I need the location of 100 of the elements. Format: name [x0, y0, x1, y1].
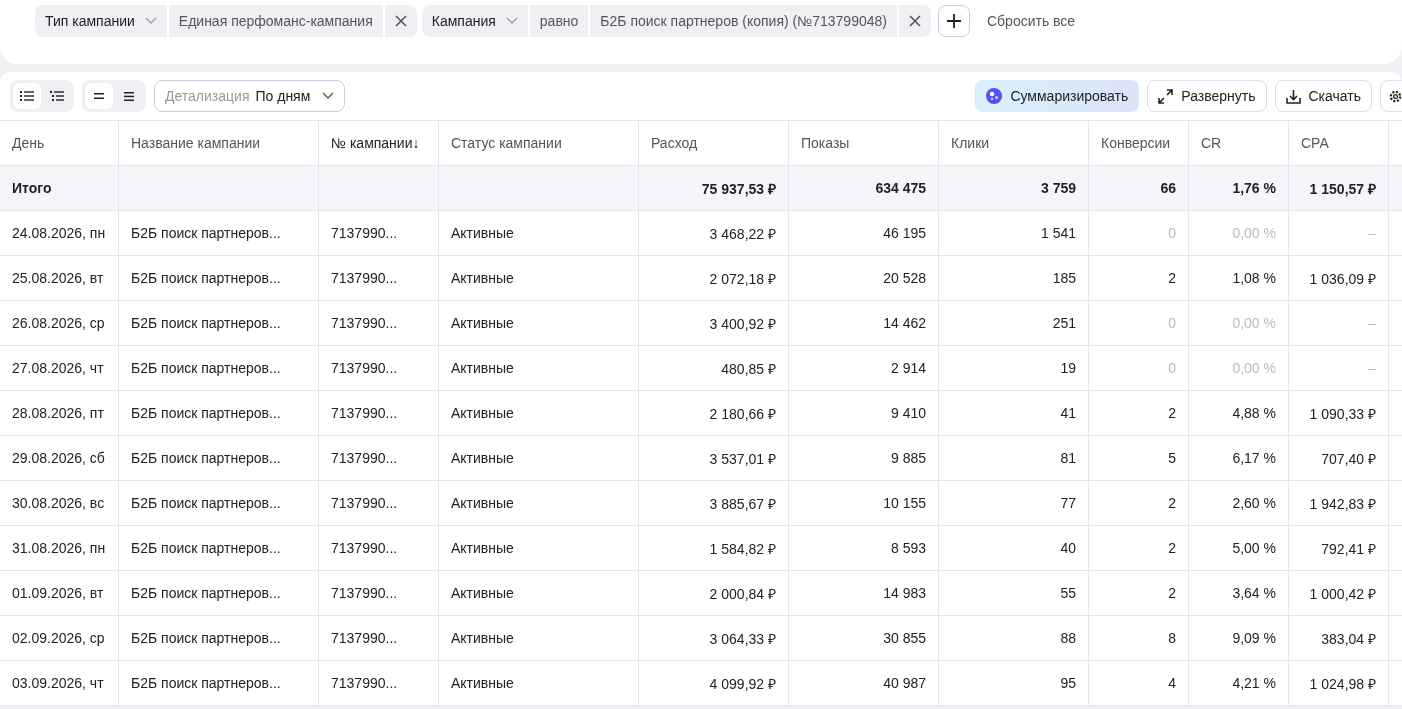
table-cell: 4 — [1088, 661, 1188, 705]
table-cell: 3 400,92 ₽ — [638, 301, 788, 345]
table-cell: 1 942,83 ₽ — [1288, 481, 1388, 525]
column-header[interactable]: Показы — [788, 121, 938, 165]
table-cell-text: 26.08.2026, ср — [11, 314, 106, 333]
column-header[interactable]: Статус кампании — [438, 121, 638, 165]
table-cell: 2 — [1088, 526, 1188, 570]
table-cell: 1 584,82 ₽ — [638, 526, 788, 570]
column-header[interactable]: День — [0, 121, 118, 165]
table-cell: 5 — [1088, 436, 1188, 480]
table-cell: 2 072,18 ₽ — [638, 256, 788, 300]
table-cell: Б2Б поиск партнеров... — [118, 391, 318, 435]
table-cell: 9,09 % — [1188, 616, 1288, 660]
table-cell: Активные — [438, 481, 638, 525]
table-cell: Б2Б поиск партнеров... — [118, 301, 318, 345]
table-cell: Б2Б поиск партнеров... — [118, 346, 318, 390]
table-cell: Б2Б поиск партнеров... — [118, 256, 318, 300]
table-cell-text: 27.08.2026, чт — [11, 359, 105, 378]
table-cell: 9 410 — [788, 391, 938, 435]
table-cell-text: 29.08.2026, сб — [11, 449, 106, 468]
table-cell-text: 28.08.2026, пт — [11, 404, 105, 423]
table-cell: 5,00 % — [1188, 526, 1288, 570]
table-cell-text: 25.08.2026, вт — [11, 269, 105, 288]
total-cell: 634 475 — [788, 166, 938, 210]
summarize-button[interactable]: Суммаризировать — [975, 80, 1140, 112]
table-cell: 7137990... — [318, 391, 438, 435]
table-cell: Б2Б поиск партнеров... — [118, 211, 318, 255]
column-header[interactable]: № кампании↓ — [318, 121, 438, 165]
column-header[interactable]: CR — [1188, 121, 1288, 165]
table-cell: 7137990... — [318, 301, 438, 345]
table-cell: 0,00 % — [1188, 346, 1288, 390]
detail-select[interactable]: Детализация По дням — [154, 80, 346, 112]
filter-operator: равно — [529, 5, 589, 37]
table-cell: Активные — [438, 436, 638, 480]
table-cell: 4 099,92 ₽ — [638, 661, 788, 705]
table-cell: 7137990... — [318, 211, 438, 255]
column-header[interactable]: Клики — [938, 121, 1088, 165]
filter-field[interactable]: Тип кампании — [35, 5, 167, 37]
table-cell: 4,21 % — [1188, 661, 1288, 705]
table-cell: Активные — [438, 391, 638, 435]
total-cell: 1 150,57 ₽ — [1288, 166, 1388, 210]
table-cell: 7137990... — [318, 571, 438, 615]
table-cell: 7137990... — [318, 346, 438, 390]
table-cell: 792,41 ₽ — [1288, 526, 1388, 570]
table-cell: Активные — [438, 526, 638, 570]
expand-button[interactable]: Развернуть — [1147, 80, 1267, 112]
table-cell: Б2Б поиск партнеров... — [118, 616, 318, 660]
filter-field[interactable]: Кампания — [421, 5, 528, 37]
column-header[interactable]: Конверсии — [1088, 121, 1188, 165]
total-cell: 75 937,53 ₽ — [638, 166, 788, 210]
table-cell: 30 855 — [788, 616, 938, 660]
table-cell: 7137990... — [318, 616, 438, 660]
table-cell: 4,88 % — [1188, 391, 1288, 435]
table-cell: Активные — [438, 616, 638, 660]
table-cell: 7137990... — [318, 436, 438, 480]
download-button[interactable]: Скачать — [1274, 80, 1372, 112]
table-cell: 2 180,66 ₽ — [638, 391, 788, 435]
table-cell: Активные — [438, 346, 638, 390]
table-cell: 14 462 — [788, 301, 938, 345]
table-cell-text: 30.08.2026, вс — [11, 494, 106, 513]
table-cell: 251 — [938, 301, 1088, 345]
table-cell: 0,00 % — [1188, 301, 1288, 345]
table-cell: 707,40 ₽ — [1288, 436, 1388, 480]
column-header[interactable]: Расход — [638, 121, 788, 165]
table-cell: 14 983 — [788, 571, 938, 615]
total-cell: 3 759 — [938, 166, 1088, 210]
table-cell: 2 — [1088, 571, 1188, 615]
table-cell: 2 914 — [788, 346, 938, 390]
table-cell: 3 537,01 ₽ — [638, 436, 788, 480]
table-cell: 8 593 — [788, 526, 938, 570]
table-cell: 3 064,33 ₽ — [638, 616, 788, 660]
table-cell: 1 541 — [938, 211, 1088, 255]
table-cell: Б2Б поиск партнеров... — [118, 661, 318, 705]
table-cell: Активные — [438, 256, 638, 300]
table-cell: Активные — [438, 661, 638, 705]
table-cell-text: 31.08.2026, пн — [11, 539, 107, 558]
table-cell: Активные — [438, 301, 638, 345]
table-cell: 1 036,09 ₽ — [1288, 256, 1388, 300]
table-cell: 7137990... — [318, 526, 438, 570]
table-cell: Активные — [438, 571, 638, 615]
table-cell-text: 02.09.2026, ср — [11, 629, 106, 648]
table-cell: – — [1288, 301, 1388, 345]
table-cell: 88 — [938, 616, 1088, 660]
table-cell: 0 — [1088, 346, 1188, 390]
reset-all-link[interactable]: Сбросить все — [986, 13, 1076, 29]
table-cell: 1 000,42 ₽ — [1288, 571, 1388, 615]
table-cell: 185 — [938, 256, 1088, 300]
table-cell: 7137990... — [318, 256, 438, 300]
table-cell: 20 528 — [788, 256, 938, 300]
table-cell: 3,64 % — [1188, 571, 1288, 615]
table-cell: 81 — [938, 436, 1088, 480]
table-cell-text: 24.08.2026, пн — [11, 224, 107, 243]
table-cell: 2,60 % — [1188, 481, 1288, 525]
table-cell: 9 885 — [788, 436, 938, 480]
table-cell-text: 03.09.2026, чт — [11, 674, 105, 693]
column-header[interactable]: CPA — [1288, 121, 1388, 165]
total-cell: 66 — [1088, 166, 1188, 210]
table-cell: 1 090,33 ₽ — [1288, 391, 1388, 435]
table-cell: 95 — [938, 661, 1088, 705]
column-header[interactable]: Название кампании — [118, 121, 318, 165]
